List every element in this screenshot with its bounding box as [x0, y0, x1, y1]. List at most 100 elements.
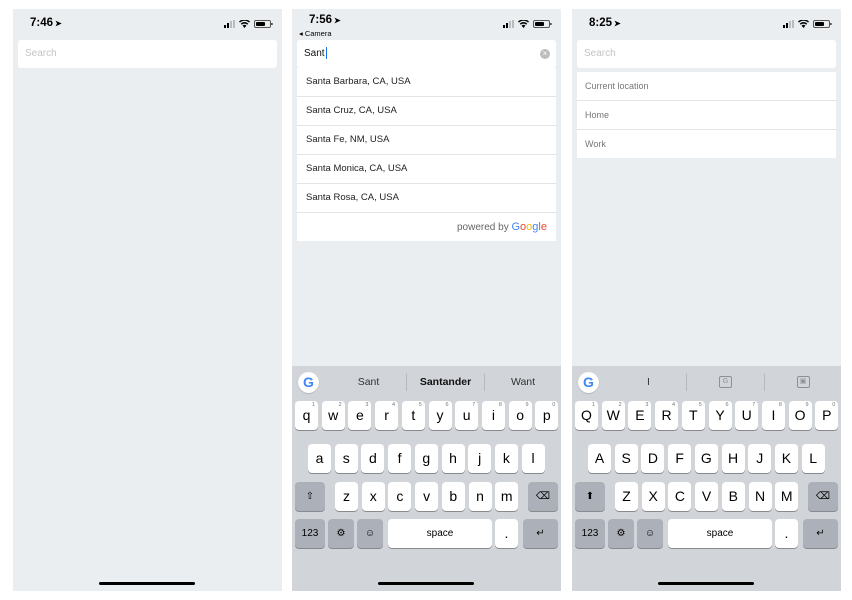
key-z[interactable]: z: [335, 482, 358, 511]
autocomplete-result[interactable]: Santa Cruz, CA, USA: [297, 96, 556, 125]
key-p[interactable]: P0: [815, 401, 839, 430]
key-e[interactable]: e3: [348, 401, 372, 430]
key-c[interactable]: c: [388, 482, 412, 511]
key-h[interactable]: H: [721, 444, 745, 473]
key-l[interactable]: L: [801, 444, 825, 473]
key-number-hint: 1: [591, 402, 595, 408]
key-y[interactable]: y6: [428, 401, 452, 430]
autocomplete-result[interactable]: Santa Monica, CA, USA: [297, 154, 556, 183]
key-e[interactable]: E3: [628, 401, 652, 430]
key-j[interactable]: j: [468, 444, 492, 473]
text-caret: [325, 47, 327, 60]
return-key[interactable]: ↵: [523, 519, 558, 548]
key-f[interactable]: F: [668, 444, 692, 473]
key-q[interactable]: Q1: [575, 401, 598, 430]
key-g[interactable]: g: [414, 444, 438, 473]
key-v[interactable]: v: [415, 482, 439, 511]
key-d[interactable]: D: [641, 444, 665, 473]
autocomplete-result[interactable]: Santa Barbara, CA, USA: [297, 68, 556, 96]
key-y[interactable]: Y6: [708, 401, 732, 430]
clear-icon[interactable]: ×: [540, 49, 550, 59]
key-b[interactable]: B: [721, 482, 745, 511]
key-v[interactable]: V: [695, 482, 719, 511]
key-f[interactable]: f: [388, 444, 412, 473]
key-number-hint: 0: [552, 402, 556, 408]
space-key[interactable]: space: [668, 519, 772, 548]
search-input[interactable]: Sant ×: [297, 40, 556, 68]
key-w[interactable]: w2: [321, 401, 345, 430]
google-g-icon[interactable]: G: [578, 372, 599, 393]
shift-key[interactable]: ⬆: [575, 482, 605, 511]
suggestion-item[interactable]: I: [612, 366, 685, 399]
key-x[interactable]: X: [641, 482, 665, 511]
key-number-hint: 1: [311, 402, 315, 408]
key-c[interactable]: C: [668, 482, 692, 511]
key-a[interactable]: A: [588, 444, 611, 473]
key-number-hint: 9: [525, 402, 529, 408]
key-m[interactable]: M: [775, 482, 799, 511]
key-l[interactable]: l: [521, 444, 545, 473]
numbers-key[interactable]: 123: [575, 519, 605, 548]
location-arrow-icon: ➤: [55, 19, 62, 28]
space-key[interactable]: space: [388, 519, 492, 548]
suggestion-item[interactable]: Sant: [332, 366, 405, 399]
autocomplete-result[interactable]: Santa Fe, NM, USA: [297, 125, 556, 154]
home-indicator[interactable]: [99, 582, 195, 585]
key-w[interactable]: W2: [601, 401, 625, 430]
translate-icon[interactable]: G: [687, 366, 764, 399]
key-o[interactable]: O9: [788, 401, 812, 430]
search-input[interactable]: Search: [18, 40, 277, 68]
suggestion-item[interactable]: Santander: [407, 366, 484, 399]
key-i[interactable]: i8: [481, 401, 505, 430]
saved-place-work[interactable]: Work: [577, 129, 836, 158]
key-b[interactable]: b: [441, 482, 465, 511]
key-x[interactable]: x: [361, 482, 385, 511]
period-key[interactable]: .: [495, 519, 518, 548]
key-n[interactable]: N: [748, 482, 772, 511]
back-to-camera-link[interactable]: ◂ Camera: [299, 29, 332, 38]
key-number-hint: 4: [672, 402, 676, 408]
key-z[interactable]: Z: [615, 482, 638, 511]
key-t[interactable]: t5: [401, 401, 425, 430]
key-s[interactable]: S: [614, 444, 638, 473]
settings-key[interactable]: ⚙: [608, 519, 634, 548]
home-indicator[interactable]: [658, 582, 754, 585]
key-k[interactable]: K: [774, 444, 798, 473]
key-r[interactable]: R4: [655, 401, 679, 430]
numbers-key[interactable]: 123: [295, 519, 325, 548]
emoji-key[interactable]: ☺: [357, 519, 383, 548]
key-m[interactable]: m: [495, 482, 519, 511]
key-t[interactable]: T5: [681, 401, 705, 430]
emoji-key[interactable]: ☺: [637, 519, 663, 548]
key-i[interactable]: I8: [761, 401, 785, 430]
key-n[interactable]: n: [468, 482, 492, 511]
key-o[interactable]: o9: [508, 401, 532, 430]
key-g[interactable]: G: [694, 444, 718, 473]
search-input[interactable]: Search: [577, 40, 836, 68]
key-q[interactable]: q1: [295, 401, 318, 430]
autocomplete-results: Santa Barbara, CA, USA Santa Cruz, CA, U…: [297, 68, 556, 241]
key-s[interactable]: s: [334, 444, 358, 473]
image-search-icon[interactable]: ▣: [765, 366, 841, 399]
key-u[interactable]: U7: [735, 401, 759, 430]
return-key[interactable]: ↵: [803, 519, 838, 548]
saved-place-home[interactable]: Home: [577, 100, 836, 129]
settings-key[interactable]: ⚙: [328, 519, 354, 548]
key-k[interactable]: k: [494, 444, 518, 473]
key-u[interactable]: u7: [455, 401, 479, 430]
delete-key[interactable]: ⌫: [808, 482, 838, 511]
delete-key[interactable]: ⌫: [528, 482, 558, 511]
saved-place-current-location[interactable]: Current location: [577, 72, 836, 100]
key-h[interactable]: h: [441, 444, 465, 473]
key-d[interactable]: d: [361, 444, 385, 473]
period-key[interactable]: .: [775, 519, 798, 548]
autocomplete-result[interactable]: Santa Rosa, CA, USA: [297, 183, 556, 212]
key-p[interactable]: p0: [535, 401, 559, 430]
shift-key[interactable]: ⇧: [295, 482, 325, 511]
google-g-icon[interactable]: G: [298, 372, 319, 393]
key-j[interactable]: J: [748, 444, 772, 473]
key-r[interactable]: r4: [375, 401, 399, 430]
key-a[interactable]: a: [308, 444, 331, 473]
home-indicator[interactable]: [378, 582, 474, 585]
suggestion-item[interactable]: Want: [485, 366, 561, 399]
